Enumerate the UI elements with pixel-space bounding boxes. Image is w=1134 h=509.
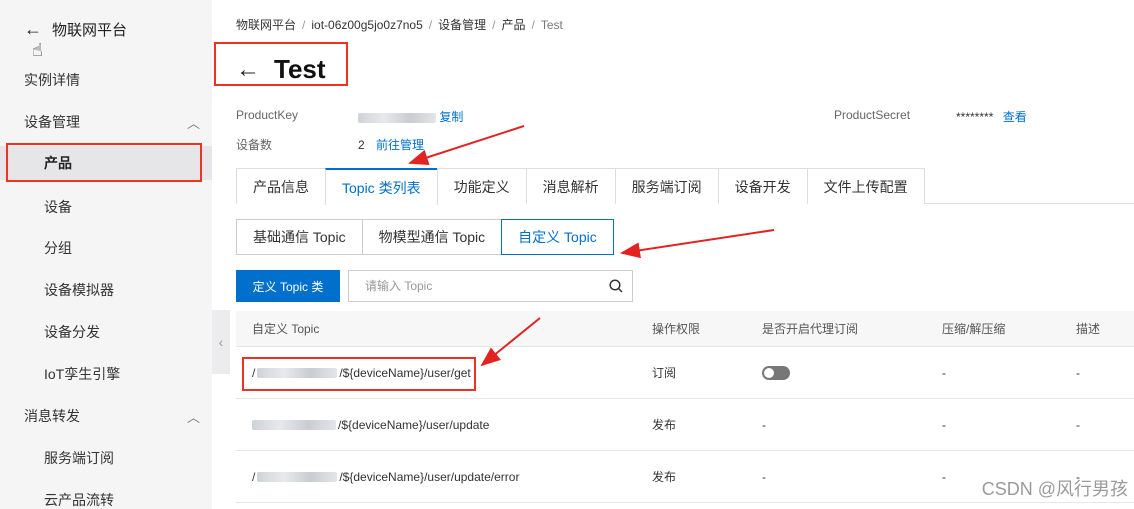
sidebar: ← 物联网平台 ☝ 实例详情 设备管理 ︿ 产品 设备 分组 设备模拟器 设备分发… <box>0 0 212 509</box>
tab-product-info[interactable]: 产品信息 <box>236 168 326 204</box>
chevron-up-icon: ︿ <box>186 409 200 425</box>
define-topic-button[interactable]: 定义 Topic 类 <box>236 270 340 302</box>
table-header: 自定义 Topic 操作权限 是否开启代理订阅 压缩/解压缩 描述 <box>236 311 1134 347</box>
view-secret-link[interactable]: 查看 <box>1003 110 1027 124</box>
arrow-annotation <box>620 229 775 259</box>
product-secret-label: ProductSecret <box>834 108 911 122</box>
sidebar-item-server-subscription[interactable]: 服务端订阅 <box>0 441 212 475</box>
topic-cell: / /${deviceName}/user/update/error <box>252 469 520 484</box>
breadcrumb-item[interactable]: 设备管理 <box>438 16 486 33</box>
tab-device-development[interactable]: 设备开发 <box>717 168 808 204</box>
tab-file-upload-config[interactable]: 文件上传配置 <box>806 168 925 204</box>
sidebar-back-link[interactable]: ← 物联网平台 <box>24 18 127 40</box>
highlight-box <box>214 42 348 86</box>
compression-cell: - <box>942 417 946 432</box>
breadcrumb-item[interactable]: iot-06z00g5jo0z7no5 <box>311 18 422 32</box>
topic-cell: /${deviceName}/user/update <box>252 399 489 450</box>
chevron-left-icon: ‹ <box>218 334 224 350</box>
description-cell: - <box>1076 417 1080 432</box>
subtab-basic-topic[interactable]: 基础通信 Topic <box>236 219 363 255</box>
device-count-value: 2 前往管理 <box>358 138 425 152</box>
sidebar-item-cloud-flow[interactable]: 云产品流转 <box>0 483 212 509</box>
column-header-topic: 自定义 Topic <box>252 322 320 336</box>
breadcrumb-item[interactable]: 物联网平台 <box>236 16 296 33</box>
sidebar-group-device-management[interactable]: 设备管理 ︿ <box>0 105 212 139</box>
breadcrumb-item[interactable]: 产品 <box>501 16 525 33</box>
sidebar-item-twin-engine[interactable]: IoT孪生引擎 <box>0 357 212 391</box>
arrow-annotation <box>408 125 525 166</box>
search-icon[interactable] <box>608 278 624 294</box>
compression-cell: - <box>942 469 946 484</box>
column-header-permission: 操作权限 <box>652 322 701 336</box>
hand-cursor-icon: ☝ <box>32 40 43 60</box>
topic-search-input[interactable] <box>365 279 605 293</box>
subtab-thing-model-topic[interactable]: 物模型通信 Topic <box>361 219 503 255</box>
highlight-box <box>6 143 202 182</box>
sidebar-item-group[interactable]: 分组 <box>0 231 212 265</box>
breadcrumb-current: Test <box>540 17 563 32</box>
permission-cell: 发布 <box>652 418 677 432</box>
manage-devices-link[interactable]: 前往管理 <box>376 138 424 152</box>
main-tabs: 产品信息 Topic 类列表 功能定义 消息解析 服务端订阅 设备开发 文件上传… <box>236 168 1134 205</box>
subtab-custom-topic[interactable]: 自定义 Topic <box>501 219 614 255</box>
proxy-cell <box>762 347 790 398</box>
redacted-value <box>257 471 338 482</box>
breadcrumb: 物联网平台 / iot-06z00g5jo0z7no5 / 设备管理 / 产品 … <box>236 16 563 33</box>
permission-cell: 订阅 <box>652 366 677 380</box>
watermark: CSDN @风行男孩 <box>981 479 1128 499</box>
column-header-compression: 压缩/解压缩 <box>942 322 1006 336</box>
column-header-proxy: 是否开启代理订阅 <box>762 322 859 336</box>
column-header-description: 描述 <box>1076 322 1101 336</box>
compression-cell: - <box>942 365 946 380</box>
tab-topic-list[interactable]: Topic 类列表 <box>325 168 438 205</box>
sidebar-back-label: 物联网平台 <box>52 21 128 39</box>
sidebar-group-message-forwarding[interactable]: 消息转发 ︿ <box>0 399 212 433</box>
proxy-subscribe-toggle[interactable] <box>762 365 790 380</box>
sidebar-item-simulator[interactable]: 设备模拟器 <box>0 273 212 307</box>
product-key-label: ProductKey <box>236 108 299 122</box>
sidebar-collapse-handle[interactable]: ‹ <box>212 310 230 374</box>
tab-message-parsing[interactable]: 消息解析 <box>525 168 616 204</box>
tab-function-definition[interactable]: 功能定义 <box>436 168 527 204</box>
device-count-label: 设备数 <box>236 138 273 152</box>
arrow-left-icon: ← <box>24 18 42 39</box>
highlight-box <box>242 357 476 391</box>
sidebar-item-distribution[interactable]: 设备分发 <box>0 315 212 349</box>
chevron-up-icon: ︿ <box>186 115 200 131</box>
sidebar-item-device[interactable]: 设备 <box>0 190 212 224</box>
topic-subtabs: 基础通信 Topic 物模型通信 Topic 自定义 Topic <box>236 219 614 255</box>
table-row: /${deviceName}/user/update 发布 - - - <box>236 399 1134 451</box>
search-box <box>348 270 633 302</box>
sidebar-item-instance[interactable]: 实例详情 <box>0 63 212 97</box>
description-cell: - <box>1076 365 1080 380</box>
product-secret-value: ******** 查看 <box>956 110 1027 124</box>
product-key-value: 复制 <box>358 108 463 125</box>
redacted-value <box>252 419 336 430</box>
proxy-cell: - <box>762 469 766 484</box>
redacted-value <box>358 112 436 123</box>
permission-cell: 发布 <box>652 470 677 484</box>
proxy-cell: - <box>762 417 766 432</box>
copy-link[interactable]: 复制 <box>439 110 463 124</box>
tab-server-subscription[interactable]: 服务端订阅 <box>614 168 719 204</box>
